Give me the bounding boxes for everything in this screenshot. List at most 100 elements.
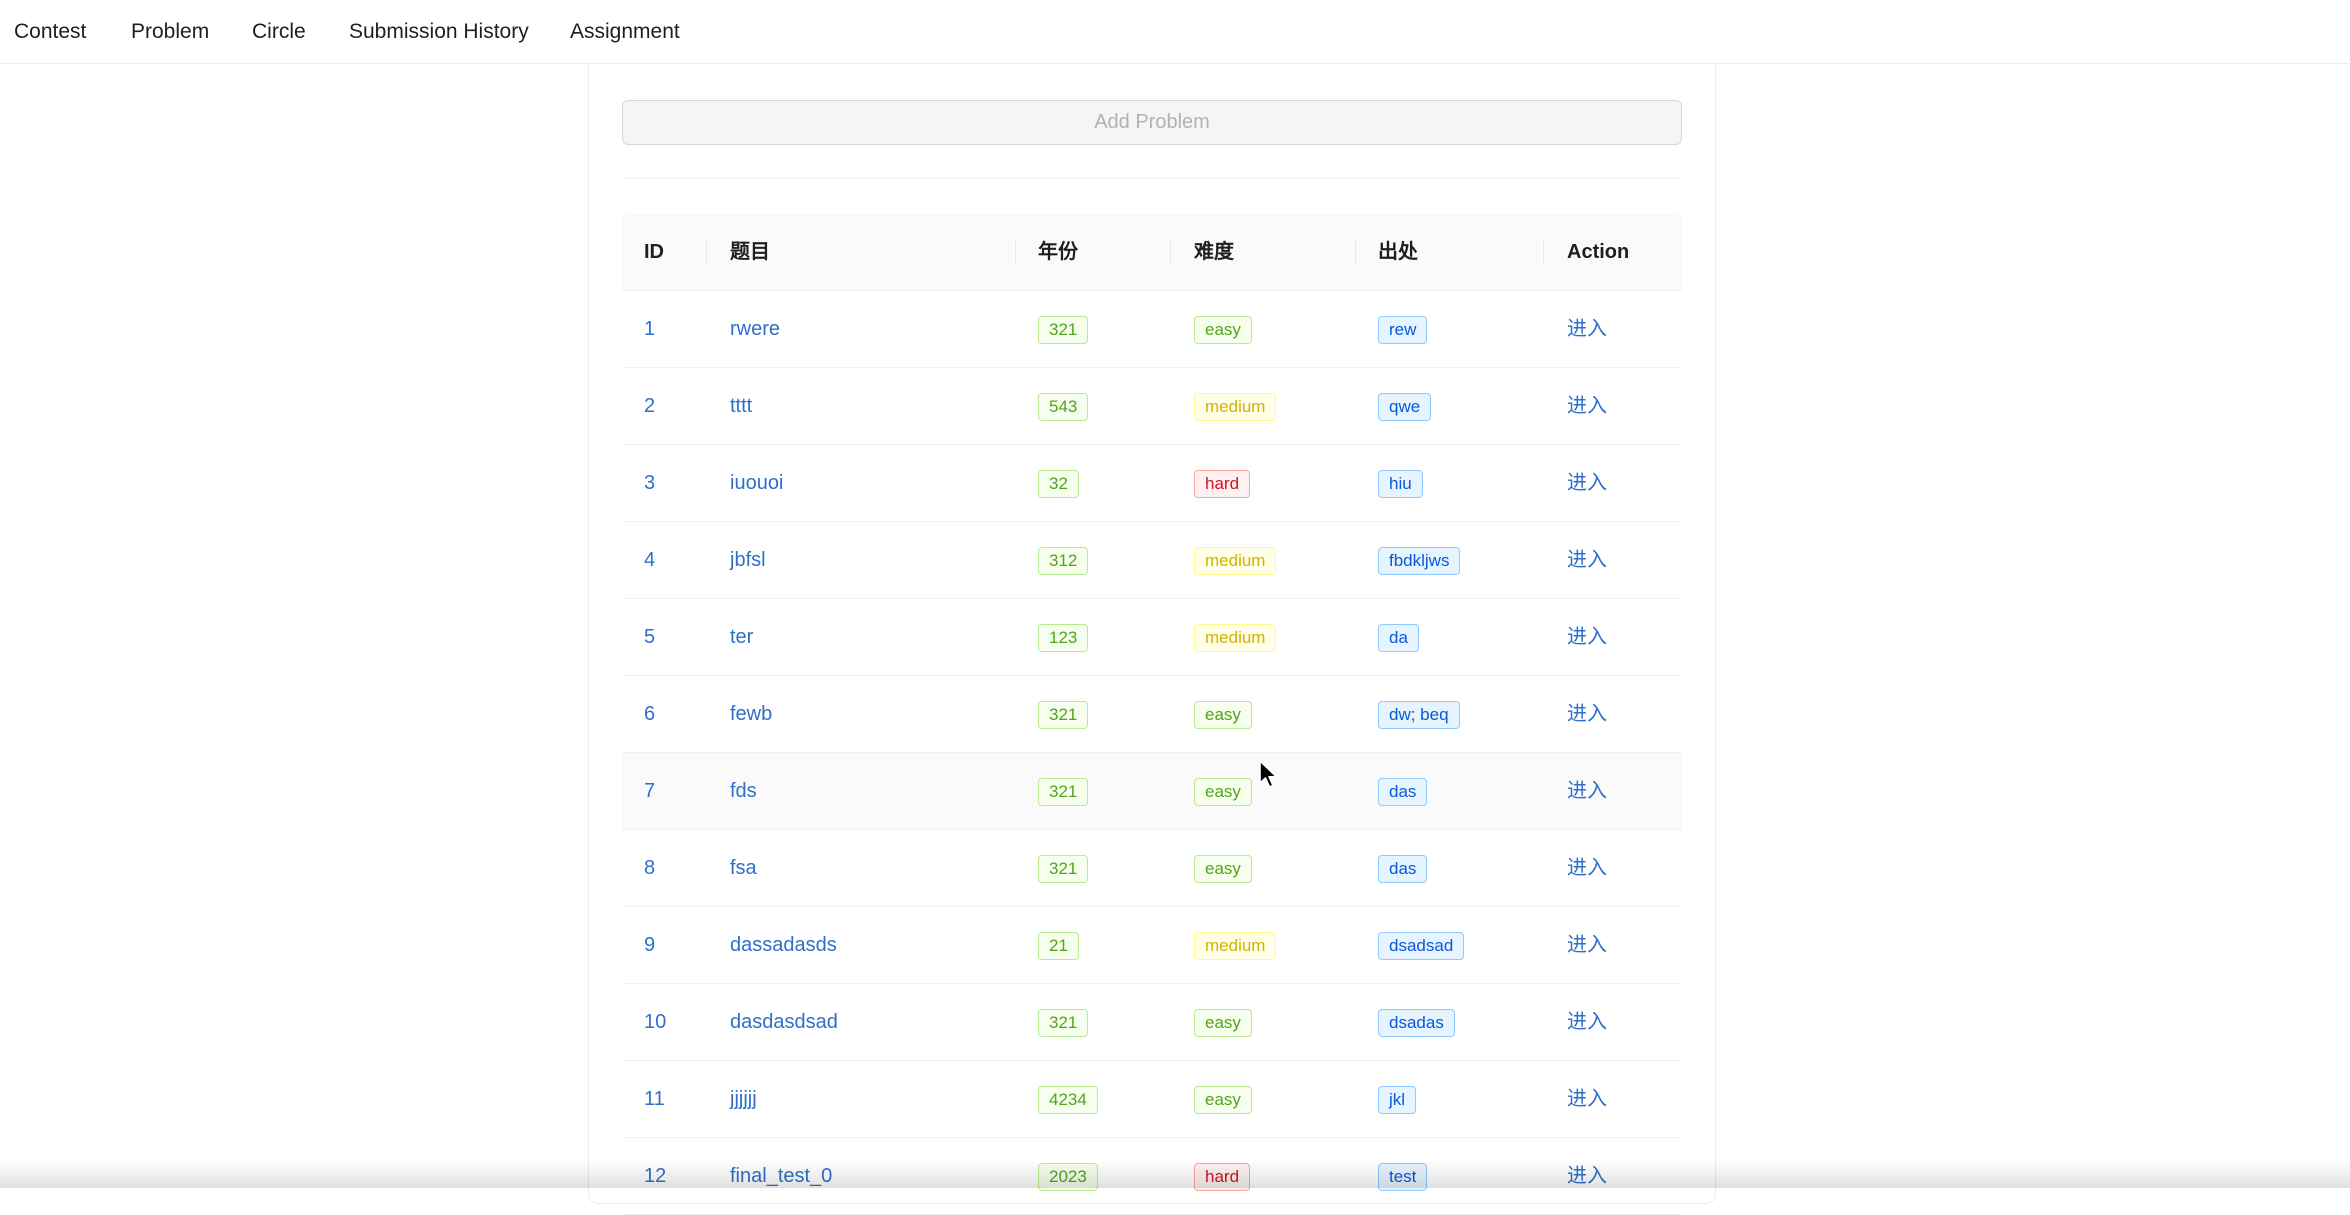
enter-link[interactable]: 进入 xyxy=(1567,1165,1607,1187)
source-tag: da xyxy=(1378,623,1419,652)
table-row: 2 tttt 543 medium qwe 进入 xyxy=(622,368,1682,445)
problem-title-link[interactable]: dasdasdsad xyxy=(730,1011,838,1033)
enter-link[interactable]: 进入 xyxy=(1567,549,1607,571)
column-separator xyxy=(1170,240,1171,264)
table-row: 3 iuouoi 32 hard hiu 进入 xyxy=(622,445,1682,522)
enter-link[interactable]: 进入 xyxy=(1567,934,1607,956)
difficulty-tag: easy xyxy=(1194,315,1252,344)
table-row: 7 fds 321 easy das 进入 xyxy=(622,753,1682,830)
difficulty-tag: hard xyxy=(1194,469,1251,498)
column-header-title: 题目 xyxy=(730,241,770,263)
problem-id-link[interactable]: 2 xyxy=(644,395,655,417)
source-tag: test xyxy=(1378,1162,1428,1191)
action-cell: 进入 xyxy=(1567,599,1607,675)
title-cell: dasdasdsad xyxy=(730,984,838,1060)
add-problem-button[interactable]: Add Problem xyxy=(622,100,1682,145)
problem-title-link[interactable]: ter xyxy=(730,626,753,648)
enter-link[interactable]: 进入 xyxy=(1567,472,1607,494)
difficulty-cell: easy xyxy=(1194,291,1252,367)
difficulty-tag: medium xyxy=(1194,546,1277,575)
action-cell: 进入 xyxy=(1567,676,1607,752)
problem-id-link[interactable]: 8 xyxy=(644,857,655,879)
source-tag: dsadas xyxy=(1378,1008,1455,1037)
source-cell: das xyxy=(1378,753,1428,829)
difficulty-cell: medium xyxy=(1194,599,1277,675)
top-nav: Contest Problem Circle Submission Histor… xyxy=(0,0,2350,64)
id-cell: 10 xyxy=(644,984,666,1060)
problem-id-link[interactable]: 4 xyxy=(644,549,655,571)
divider xyxy=(622,178,1682,179)
nav-item-contest[interactable]: Contest xyxy=(14,0,86,64)
source-cell: dsadsad xyxy=(1378,907,1465,983)
source-cell: dsadas xyxy=(1378,984,1455,1060)
nav-item-assignment[interactable]: Assignment xyxy=(570,0,680,64)
year-tag: 32 xyxy=(1038,469,1079,498)
title-cell: fsa xyxy=(730,830,757,906)
difficulty-tag: easy xyxy=(1194,777,1252,806)
title-cell: final_test_0 xyxy=(730,1138,832,1214)
enter-link[interactable]: 进入 xyxy=(1567,780,1607,802)
difficulty-tag: easy xyxy=(1194,700,1252,729)
year-cell: 321 xyxy=(1038,291,1089,367)
problem-title-link[interactable]: jjjjjj xyxy=(730,1088,757,1110)
enter-link[interactable]: 进入 xyxy=(1567,395,1607,417)
source-tag: qwe xyxy=(1378,392,1432,421)
enter-link[interactable]: 进入 xyxy=(1567,1011,1607,1033)
problem-title-link[interactable]: fewb xyxy=(730,703,772,725)
year-cell: 123 xyxy=(1038,599,1089,675)
problem-id-link[interactable]: 1 xyxy=(644,318,655,340)
problem-id-link[interactable]: 3 xyxy=(644,472,655,494)
enter-link[interactable]: 进入 xyxy=(1567,626,1607,648)
year-tag: 321 xyxy=(1038,315,1089,344)
problem-title-link[interactable]: jbfsl xyxy=(730,549,766,571)
year-tag: 321 xyxy=(1038,777,1089,806)
problem-id-link[interactable]: 7 xyxy=(644,780,655,802)
source-cell: jkl xyxy=(1378,1061,1417,1137)
year-tag: 21 xyxy=(1038,931,1079,960)
problem-title-link[interactable]: fds xyxy=(730,780,757,802)
problem-id-link[interactable]: 12 xyxy=(644,1165,666,1187)
year-cell: 321 xyxy=(1038,830,1089,906)
title-cell: iuouoi xyxy=(730,445,783,521)
table-row: 1 rwere 321 easy rew 进入 xyxy=(622,291,1682,368)
id-cell: 2 xyxy=(644,368,655,444)
nav-item-circle[interactable]: Circle xyxy=(252,0,306,64)
problem-id-link[interactable]: 9 xyxy=(644,934,655,956)
problem-table: ID 题目 年份 难度 出处 Action 1 rwere 321 easy rew 进入… xyxy=(622,214,1682,1215)
difficulty-tag: hard xyxy=(1194,1162,1251,1191)
id-cell: 8 xyxy=(644,830,655,906)
enter-link[interactable]: 进入 xyxy=(1567,318,1607,340)
source-tag: rew xyxy=(1378,315,1428,344)
difficulty-tag: easy xyxy=(1194,854,1252,883)
year-tag: 321 xyxy=(1038,700,1089,729)
year-cell: 32 xyxy=(1038,445,1079,521)
problem-id-link[interactable]: 5 xyxy=(644,626,655,648)
id-cell: 11 xyxy=(644,1061,665,1137)
enter-link[interactable]: 进入 xyxy=(1567,1088,1607,1110)
problem-title-link[interactable]: final_test_0 xyxy=(730,1165,832,1187)
problem-id-link[interactable]: 11 xyxy=(644,1088,665,1110)
enter-link[interactable]: 进入 xyxy=(1567,703,1607,725)
problem-title-link[interactable]: tttt xyxy=(730,395,752,417)
nav-item-submission-history[interactable]: Submission History xyxy=(349,0,529,64)
problem-title-link[interactable]: iuouoi xyxy=(730,472,783,494)
nav-item-problem[interactable]: Problem xyxy=(131,0,209,64)
source-tag: fbdkljws xyxy=(1378,546,1461,575)
problem-id-link[interactable]: 10 xyxy=(644,1011,666,1033)
enter-link[interactable]: 进入 xyxy=(1567,857,1607,879)
action-cell: 进入 xyxy=(1567,830,1607,906)
source-tag: das xyxy=(1378,777,1428,806)
problem-title-link[interactable]: dassadasds xyxy=(730,934,837,956)
column-header-action: Action xyxy=(1567,241,1630,263)
problem-title-link[interactable]: fsa xyxy=(730,857,757,879)
difficulty-tag: medium xyxy=(1194,623,1277,652)
difficulty-cell: easy xyxy=(1194,753,1252,829)
title-cell: jbfsl xyxy=(730,522,766,598)
source-tag: jkl xyxy=(1378,1085,1417,1114)
problem-title-link[interactable]: rwere xyxy=(730,318,780,340)
id-cell: 5 xyxy=(644,599,655,675)
source-tag: dw; beq xyxy=(1378,700,1460,729)
table-row: 12 final_test_0 2023 hard test 进入 xyxy=(622,1138,1682,1215)
table-row: 6 fewb 321 easy dw; beq 进入 xyxy=(622,676,1682,753)
problem-id-link[interactable]: 6 xyxy=(644,703,655,725)
